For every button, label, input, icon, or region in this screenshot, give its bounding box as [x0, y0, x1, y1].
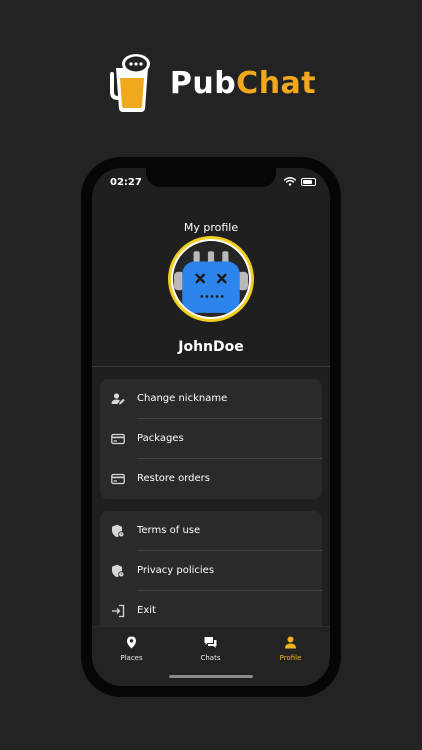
avatar-ring: [171, 239, 251, 319]
restore-orders-item[interactable]: Restore orders: [100, 459, 322, 499]
menu-item-label: Privacy policies: [137, 565, 215, 576]
phone-screen: 02:27 My profile JohnDoe Change nickname…: [92, 168, 330, 686]
user-edit-icon: [111, 392, 125, 406]
privacy-policies-item[interactable]: Privacy policies: [100, 551, 322, 591]
terms-of-use-item[interactable]: Terms of use: [100, 511, 322, 551]
tab-label: Chats: [200, 654, 221, 662]
card-icon: [111, 472, 125, 486]
page-title: My profile: [183, 221, 239, 234]
brand-header: PubChat: [0, 52, 422, 114]
menu-item-label: Terms of use: [137, 525, 201, 536]
brand-name-chat: Chat: [236, 65, 317, 101]
tab-label: Places: [120, 654, 143, 662]
home-indicator: [169, 675, 253, 678]
tab-profile[interactable]: Profile: [251, 627, 330, 671]
beer-mug-logo: [106, 52, 158, 114]
tab-bar: Places Chats Profile: [92, 626, 330, 686]
wifi-icon: [284, 177, 296, 186]
packages-item[interactable]: Packages: [100, 419, 322, 459]
menu-item-label: Packages: [137, 433, 184, 444]
brand-name: PubChat: [170, 66, 316, 101]
battery-icon: [301, 177, 316, 186]
shield-icon: [111, 564, 125, 578]
phone-frame: 02:27 My profile JohnDoe Change nickname…: [81, 157, 341, 697]
tab-chats[interactable]: Chats: [171, 627, 250, 671]
username: JohnDoe: [178, 339, 244, 355]
chat-bubbles-icon: [204, 637, 217, 648]
account-options-card: Change nickname Packages Restore orders: [100, 379, 322, 499]
legal-options-card: Terms of use Privacy policies Exit: [100, 511, 322, 631]
exit-item[interactable]: Exit: [100, 591, 322, 631]
person-icon: [285, 636, 296, 649]
exit-icon: [111, 604, 125, 618]
change-nickname-item[interactable]: Change nickname: [100, 379, 322, 419]
menu-item-label: Exit: [137, 605, 156, 616]
brand-name-pub: Pub: [169, 65, 237, 101]
card-icon: [111, 432, 125, 446]
avatar[interactable]: [168, 236, 254, 322]
divider: [92, 366, 330, 367]
location-pin-icon: [127, 636, 136, 649]
menu-item-label: Restore orders: [137, 473, 210, 484]
tab-places[interactable]: Places: [92, 627, 171, 671]
robot-avatar-icon: [173, 241, 249, 317]
status-time: 02:27: [110, 177, 142, 188]
menu-item-label: Change nickname: [137, 393, 228, 404]
status-icons: [284, 177, 316, 186]
tab-label: Profile: [279, 654, 302, 662]
phone-notch: [146, 168, 276, 187]
shield-icon: [111, 524, 125, 538]
